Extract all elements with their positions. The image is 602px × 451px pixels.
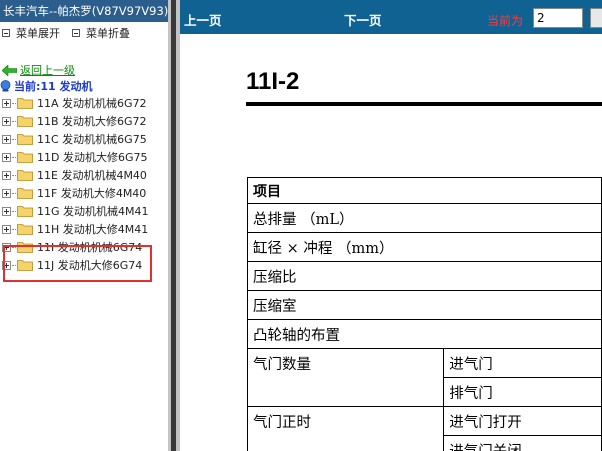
tree-view: 返回上一级 当前:11 发动机 11A 发动机机械6G72 11B 发动机大修6… — [0, 44, 168, 274]
table-row: 气门数量 进气门 — [246, 348, 602, 407]
back-link[interactable]: 返回上一级 — [0, 62, 168, 78]
spec-table: 项目 总排量 （mL） 缸径 × 冲程 （mm） 压缩比 压缩室 凸轮轴的布置 … — [246, 177, 602, 451]
menu-expand-label: 菜单展开 — [16, 27, 60, 40]
tree-item-11h[interactable]: 11H 发动机大修4M41 — [0, 220, 168, 238]
document-pane: 上一页 下一页 当前为 11I-2 项目 总排量 （mL） 缸径 × 冲程 （m… — [180, 0, 602, 451]
tree-item-11a[interactable]: 11A 发动机机械6G72 — [0, 94, 168, 112]
tree-item-label: 11C 发动机机械6G75 — [37, 133, 147, 146]
plus-box-icon[interactable] — [2, 242, 11, 252]
folder-icon — [17, 134, 33, 145]
current-node: 当前:11 发动机 — [0, 78, 168, 94]
table-row: 缸径 × 冲程 （mm） — [247, 232, 602, 262]
next-page-link[interactable]: 下一页 — [344, 10, 382, 29]
folder-icon — [17, 188, 33, 199]
tree-item-label: 11B 发动机大修6G72 — [37, 115, 147, 128]
menu-expand-icon — [2, 29, 10, 37]
folder-icon — [17, 206, 33, 217]
tree-item-11j[interactable]: 11J 发动机大修6G74 — [0, 256, 168, 274]
table-cell: 压缩比 — [247, 261, 602, 291]
table-subcell: 进气门 — [443, 348, 602, 378]
globe-icon — [0, 80, 11, 92]
table-subcell: 排气门 — [443, 377, 602, 407]
pane-splitter[interactable] — [168, 0, 180, 451]
table-row: 压缩室 — [247, 290, 602, 320]
plus-box-icon[interactable] — [2, 188, 11, 198]
tree-item-11b[interactable]: 11B 发动机大修6G72 — [0, 112, 168, 130]
plus-box-icon[interactable] — [2, 116, 11, 126]
tree-item-label: 11D 发动机大修6G75 — [37, 151, 148, 164]
folder-icon — [17, 260, 33, 271]
page-nav-bar: 上一页 下一页 当前为 — [180, 0, 602, 34]
table-cell: 气门正时 — [246, 406, 445, 451]
table-cell: 凸轮轴的布置 — [247, 319, 602, 349]
page-number-input[interactable] — [533, 8, 583, 28]
tree-item-11f[interactable]: 11F 发动机大修4M40 — [0, 184, 168, 202]
go-page-button[interactable] — [590, 8, 602, 28]
plus-box-icon[interactable] — [2, 152, 11, 162]
table-cell: 缸径 × 冲程 （mm） — [247, 232, 602, 262]
tree-item-label: 11G 发动机机械4M41 — [37, 205, 149, 218]
folder-icon — [17, 98, 33, 109]
plus-box-icon[interactable] — [2, 206, 11, 216]
plus-box-icon[interactable] — [2, 224, 11, 234]
tree-item-label: 11I 发动机机械6G74 — [37, 241, 143, 254]
table-header-row: 项目 — [247, 177, 602, 204]
folder-icon — [17, 170, 33, 181]
tree-item-label: 11J 发动机大修6G74 — [37, 259, 143, 272]
menu-expand-button[interactable]: 菜单展开 — [2, 25, 60, 41]
title-rule — [246, 102, 602, 106]
tree-item-11e[interactable]: 11E 发动机机械4M40 — [0, 166, 168, 184]
back-link-label: 返回上一级 — [20, 64, 75, 77]
tree-item-label: 11H 发动机大修4M41 — [37, 223, 149, 236]
plus-box-icon[interactable] — [2, 134, 11, 144]
plus-box-icon[interactable] — [2, 170, 11, 180]
plus-box-icon[interactable] — [2, 98, 11, 108]
table-subcell: 进气门关闭 — [443, 435, 602, 451]
table-row: 凸轮轴的布置 — [247, 319, 602, 349]
table-row: 气门正时 进气门打开 — [246, 406, 602, 451]
menu-collapse-icon — [72, 29, 80, 37]
tree-item-11d[interactable]: 11D 发动机大修6G75 — [0, 148, 168, 166]
folder-icon — [17, 152, 33, 163]
menu-bar: 菜单展开 菜单折叠 — [0, 22, 168, 44]
folder-icon — [17, 224, 33, 235]
page-title: 11I-2 — [246, 68, 300, 95]
table-subcell: 进气门打开 — [443, 406, 602, 436]
folder-icon — [17, 116, 33, 127]
tree-item-label: 11A 发动机机械6G72 — [37, 97, 147, 110]
table-cell: 总排量 （mL） — [247, 203, 602, 233]
prev-page-link[interactable]: 上一页 — [184, 10, 222, 29]
menu-collapse-button[interactable]: 菜单折叠 — [72, 25, 130, 41]
table-row: 压缩比 — [247, 261, 602, 291]
menu-collapse-label: 菜单折叠 — [86, 27, 130, 40]
tree-item-11g[interactable]: 11G 发动机机械4M41 — [0, 202, 168, 220]
table-header: 项目 — [247, 177, 602, 204]
tree-item-11i[interactable]: 11I 发动机机械6G74 — [0, 238, 168, 256]
current-page-label: 当前为 — [487, 14, 524, 28]
tree-item-label: 11E 发动机机械4M40 — [37, 169, 147, 182]
window-title: 长丰汽车--帕杰罗(V87V97V93)-- — [0, 0, 168, 22]
back-arrow-icon — [2, 64, 17, 76]
table-row: 总排量 （mL） — [247, 203, 602, 233]
tree-item-11c[interactable]: 11C 发动机机械6G75 — [0, 130, 168, 148]
tree-item-label: 11F 发动机大修4M40 — [37, 187, 147, 200]
table-cell: 气门数量 — [246, 348, 445, 407]
tree-pane: 长丰汽车--帕杰罗(V87V97V93)-- 菜单展开 菜单折叠 返回上一级 当… — [0, 0, 168, 451]
folder-icon — [17, 242, 33, 253]
current-node-label: 当前:11 发动机 — [14, 80, 93, 93]
table-cell: 压缩室 — [247, 290, 602, 320]
plus-box-icon[interactable] — [2, 260, 11, 270]
